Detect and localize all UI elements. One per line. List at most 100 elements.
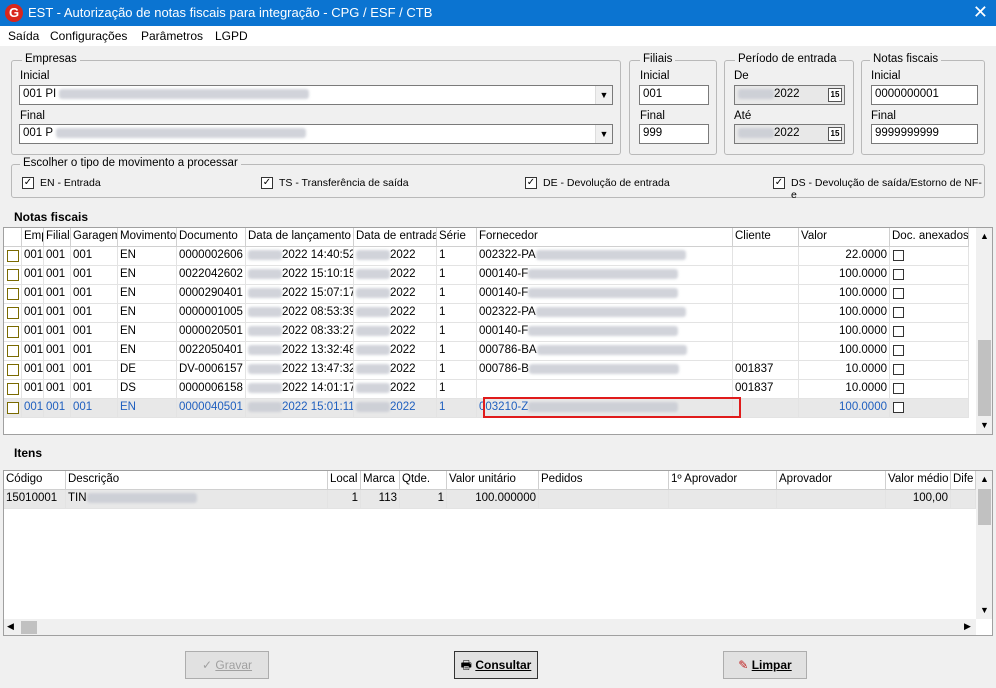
itens-vertical-scrollbar[interactable]: ▲ ▼ bbox=[976, 471, 992, 619]
scroll-thumb[interactable] bbox=[978, 489, 991, 525]
gravar-button[interactable]: ✓ Gravar bbox=[185, 651, 269, 679]
data-de-input[interactable]: 2022 15 bbox=[734, 85, 845, 105]
notas-cell-mov-text: EN bbox=[120, 268, 136, 280]
row-checkbox[interactable] bbox=[7, 345, 19, 357]
notas-cell-valor-text: 100.0000 bbox=[839, 325, 887, 337]
menu-lgpd[interactable]: LGPD bbox=[215, 29, 248, 43]
doc-anexados-checkbox[interactable] bbox=[893, 402, 904, 413]
scroll-down-icon[interactable]: ▼ bbox=[980, 420, 989, 430]
checkbox-ts[interactable]: ✓ bbox=[261, 177, 273, 189]
scroll-up-icon[interactable]: ▲ bbox=[980, 474, 989, 484]
empresa-final-select[interactable]: 001 P ▼ bbox=[19, 124, 613, 144]
notas-col-header-2[interactable]: Filial bbox=[44, 228, 71, 247]
redacted-text bbox=[248, 306, 282, 317]
row-checkbox[interactable] bbox=[7, 402, 19, 414]
row-checkbox[interactable] bbox=[7, 288, 19, 300]
row-checkbox[interactable] bbox=[7, 364, 19, 376]
notas-col-header-6[interactable]: Data de lançamento bbox=[246, 228, 354, 247]
notas-cell-cliente bbox=[733, 399, 799, 418]
chevron-down-icon[interactable]: ▼ bbox=[595, 86, 612, 104]
check-icon: ✓ bbox=[201, 658, 213, 672]
checkbox-de[interactable]: ✓ bbox=[525, 177, 537, 189]
doc-anexados-cell bbox=[890, 247, 969, 266]
row-checkbox[interactable] bbox=[7, 250, 19, 262]
notas-col-header-7[interactable]: Data de entrada bbox=[354, 228, 437, 247]
chevron-down-icon[interactable]: ▼ bbox=[595, 125, 612, 143]
notas-col-header-9[interactable]: Fornecedor bbox=[477, 228, 733, 247]
scroll-left-icon[interactable]: ◀ bbox=[7, 621, 14, 632]
consultar-button[interactable]: 🖶 Consultar bbox=[454, 651, 538, 679]
data-ate-input[interactable]: 2022 15 bbox=[734, 124, 845, 144]
itens-cell-valor_medio-text: 100,00 bbox=[912, 492, 948, 504]
scroll-up-icon[interactable]: ▲ bbox=[980, 231, 989, 241]
scroll-thumb[interactable] bbox=[21, 621, 37, 634]
itens-col-header-10[interactable]: Dife bbox=[951, 471, 976, 490]
notas-col-header-select bbox=[4, 228, 22, 247]
notas-cell-fornecedor-text: 000786-BA bbox=[479, 344, 537, 356]
doc-anexados-checkbox[interactable] bbox=[893, 364, 904, 375]
nota-final-input[interactable]: 9999999999 bbox=[871, 124, 978, 144]
itens-col-header-5[interactable]: Valor unitário bbox=[447, 471, 539, 490]
doc-anexados-checkbox[interactable] bbox=[893, 307, 904, 318]
itens-col-header-4[interactable]: Qtde. bbox=[400, 471, 447, 490]
itens-horizontal-scrollbar[interactable]: ◀ ▶ bbox=[4, 619, 976, 635]
notas-cell-mov: EN bbox=[118, 285, 177, 304]
doc-anexados-checkbox[interactable] bbox=[893, 383, 904, 394]
menu-configuracoes[interactable]: Configurações bbox=[50, 29, 127, 43]
itens-col-header-1[interactable]: Descrição bbox=[66, 471, 328, 490]
empresa-inicial-select[interactable]: 001 PI ▼ bbox=[19, 85, 613, 105]
checkbox-en[interactable]: ✓ bbox=[22, 177, 34, 189]
redacted-text bbox=[356, 268, 390, 279]
itens-col-header-2[interactable]: Local bbox=[328, 471, 361, 490]
limpar-button[interactable]: ✎ Limpar bbox=[723, 651, 807, 679]
itens-col-header-8[interactable]: Aprovador bbox=[777, 471, 886, 490]
notas-cell-entrada-text: 2022 bbox=[390, 401, 416, 413]
notas-cell-valor: 100.0000 bbox=[799, 323, 890, 342]
filial-inicial-input[interactable]: 001 bbox=[639, 85, 709, 105]
itens-col-header-7[interactable]: 1º Aprovador bbox=[669, 471, 777, 490]
doc-anexados-checkbox[interactable] bbox=[893, 288, 904, 299]
notas-col-header-10[interactable]: Cliente bbox=[733, 228, 799, 247]
itens-grid[interactable]: Código Descrição Local Marca Qtde. Valor unit… bbox=[3, 470, 993, 636]
notas-cell-serie-text: 1 bbox=[439, 401, 446, 413]
notas-col-header-8[interactable]: Série bbox=[437, 228, 477, 247]
notas-cell-filial-text: 001 bbox=[46, 401, 66, 413]
doc-anexados-checkbox[interactable] bbox=[893, 250, 904, 261]
row-checkbox[interactable] bbox=[7, 307, 19, 319]
menu-parametros[interactable]: Parâmetros bbox=[141, 29, 203, 43]
notas-col-header-5[interactable]: Documento bbox=[177, 228, 246, 247]
notas-cell-doc: 0000020501 bbox=[177, 323, 246, 342]
row-checkbox[interactable] bbox=[7, 326, 19, 338]
redacted-text bbox=[535, 249, 686, 260]
itens-col-header-0[interactable]: Código bbox=[4, 471, 66, 490]
itens-col-header-3[interactable]: Marca bbox=[361, 471, 400, 490]
filial-final-input[interactable]: 999 bbox=[639, 124, 709, 144]
itens-col-header-6[interactable]: Pedidos bbox=[539, 471, 669, 490]
notas-col-header-12[interactable]: Doc. anexados bbox=[890, 228, 969, 247]
menu-saida[interactable]: Saída bbox=[8, 29, 39, 43]
doc-anexados-checkbox[interactable] bbox=[893, 269, 904, 280]
doc-anexados-checkbox[interactable] bbox=[893, 345, 904, 356]
notas-vertical-scrollbar[interactable]: ▲ ▼ bbox=[976, 228, 992, 434]
notas-col-header-4[interactable]: Movimento bbox=[118, 228, 177, 247]
checkbox-ds[interactable]: ✓ bbox=[773, 177, 785, 189]
notas-cell-serie: 1 bbox=[437, 304, 477, 323]
row-checkbox[interactable] bbox=[7, 269, 19, 281]
scroll-thumb[interactable] bbox=[978, 340, 991, 416]
notas-col-header-11[interactable]: Valor bbox=[799, 228, 890, 247]
itens-cell-qtde: 1 bbox=[400, 490, 447, 509]
nota-inicial-input[interactable]: 0000000001 bbox=[871, 85, 978, 105]
itens-col-header-9[interactable]: Valor médio bbox=[886, 471, 951, 490]
close-icon[interactable]: ✕ bbox=[973, 2, 988, 23]
scroll-down-icon[interactable]: ▼ bbox=[980, 605, 989, 615]
scroll-right-icon[interactable]: ▶ bbox=[964, 621, 971, 632]
doc-anexados-checkbox[interactable] bbox=[893, 326, 904, 337]
notas-col-header-1[interactable]: Emp bbox=[22, 228, 44, 247]
notas-cell-emp-text: 001 bbox=[24, 325, 44, 337]
calendar-icon[interactable]: 15 bbox=[828, 127, 842, 141]
notas-cell-valor: 10.0000 bbox=[799, 380, 890, 399]
itens-cell-aprov1 bbox=[669, 490, 777, 509]
notas-col-header-3[interactable]: Garagem bbox=[71, 228, 118, 247]
calendar-icon[interactable]: 15 bbox=[828, 88, 842, 102]
row-checkbox[interactable] bbox=[7, 383, 19, 395]
